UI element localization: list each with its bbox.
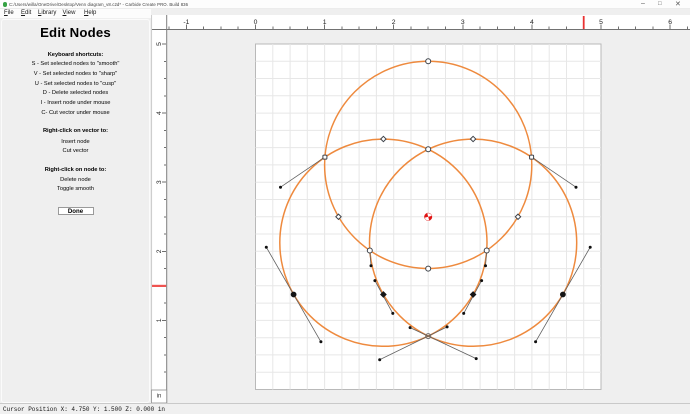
svg-text:6: 6 — [668, 19, 672, 26]
svg-text:2: 2 — [156, 249, 163, 253]
svg-text:5: 5 — [599, 19, 603, 26]
svg-text:0: 0 — [254, 19, 258, 26]
svg-text:1: 1 — [156, 318, 163, 322]
svg-text:3: 3 — [156, 180, 163, 184]
svg-text:1: 1 — [323, 19, 327, 26]
svg-text:-1: -1 — [183, 19, 189, 26]
svg-text:3: 3 — [461, 19, 465, 26]
svg-text:4: 4 — [530, 19, 534, 26]
svg-text:in: in — [157, 394, 162, 400]
svg-text:2: 2 — [392, 19, 396, 26]
svg-text:4: 4 — [156, 111, 163, 115]
svg-text:5: 5 — [156, 42, 163, 46]
